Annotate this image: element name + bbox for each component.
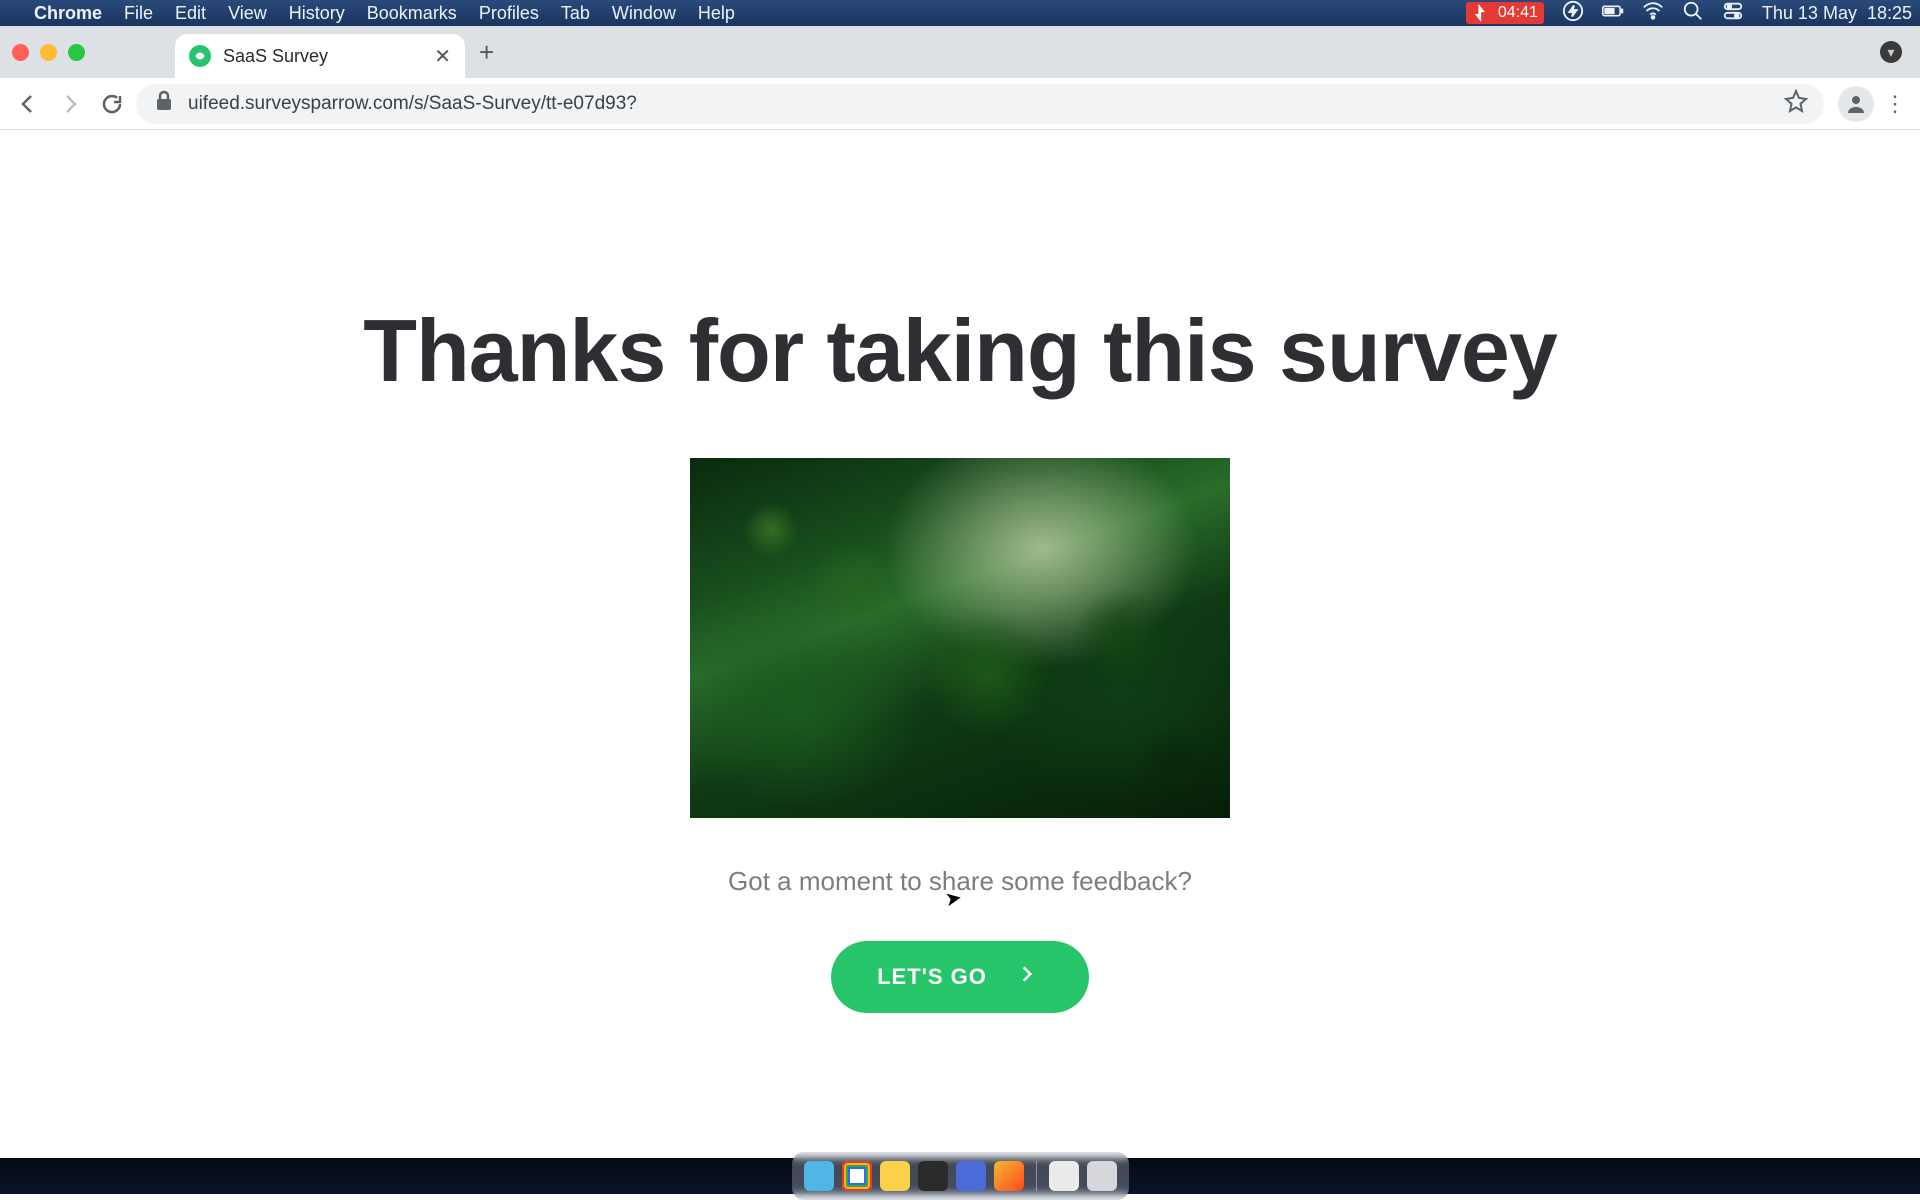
menubar-item-bookmarks[interactable]: Bookmarks (367, 3, 457, 24)
battery-time-remaining: 04:41 (1498, 4, 1538, 22)
survey-hero-image (690, 458, 1230, 818)
menubar-item-help[interactable]: Help (698, 3, 735, 24)
cta-label: LET'S GO (877, 964, 987, 990)
macos-dock (792, 1152, 1129, 1200)
menubar-time: 18:25 (1867, 3, 1912, 24)
survey-welcome-page: Thanks for taking this survey Got a mome… (0, 130, 1920, 1158)
menubar-item-window[interactable]: Window (612, 3, 676, 24)
dock-app-finder[interactable] (804, 1161, 834, 1191)
menubar-item-file[interactable]: File (124, 3, 153, 24)
dock-app-sketch[interactable] (994, 1161, 1024, 1191)
dock-app-terminal[interactable] (918, 1161, 948, 1191)
menubar-item-profiles[interactable]: Profiles (479, 3, 539, 24)
battery-icon[interactable] (1602, 0, 1624, 27)
menubar-app-name[interactable]: Chrome (34, 3, 102, 24)
desktop-background-strip (0, 1158, 1920, 1194)
bookmark-star-icon[interactable] (1784, 89, 1808, 119)
dock-app-1password[interactable] (956, 1161, 986, 1191)
tab-favicon (189, 45, 211, 67)
profile-avatar[interactable] (1838, 86, 1874, 122)
survey-heading: Thanks for taking this survey (363, 300, 1557, 402)
tab-close-button[interactable]: ✕ (434, 44, 451, 69)
chrome-menu-button[interactable]: ⋮ (1880, 91, 1910, 117)
url-text: uifeed.surveysparrow.com/s/SaaS-Survey/t… (188, 93, 637, 115)
address-bar[interactable]: uifeed.surveysparrow.com/s/SaaS-Survey/t… (136, 84, 1824, 124)
lock-icon[interactable] (152, 89, 176, 119)
tab-search-button[interactable]: ▾ (1880, 41, 1902, 63)
lets-go-button[interactable]: LET'S GO (831, 941, 1089, 1013)
wifi-icon[interactable] (1642, 0, 1664, 27)
tab-title: SaaS Survey (223, 46, 422, 67)
new-tab-button[interactable]: + (479, 37, 494, 68)
spotlight-icon[interactable] (1682, 0, 1704, 27)
dock-separator (1036, 1161, 1037, 1191)
chrome-tabstrip: SaaS Survey ✕ + ▾ (0, 26, 1920, 78)
chevron-right-icon (1017, 964, 1037, 990)
dock-app-notes[interactable] (880, 1161, 910, 1191)
back-button[interactable] (10, 86, 46, 122)
battery-status[interactable]: 04:41 (1466, 2, 1544, 24)
window-controls (12, 44, 85, 61)
menubar-item-tab[interactable]: Tab (561, 3, 590, 24)
menubar-item-history[interactable]: History (289, 3, 345, 24)
menubar-item-view[interactable]: View (228, 3, 267, 24)
window-minimize-button[interactable] (40, 44, 57, 61)
browser-tab[interactable]: SaaS Survey ✕ (175, 34, 465, 78)
reload-button[interactable] (94, 86, 130, 122)
window-fullscreen-button[interactable] (68, 44, 85, 61)
dock-app-chrome[interactable] (842, 1161, 872, 1191)
macos-menubar: Chrome File Edit View History Bookmarks … (0, 0, 1920, 26)
forward-button[interactable] (52, 86, 88, 122)
menubar-clock[interactable]: Thu 13 May 18:25 (1762, 3, 1912, 24)
control-center-icon[interactable] (1722, 0, 1744, 27)
dock-trash[interactable] (1087, 1161, 1117, 1191)
chrome-toolbar: uifeed.surveysparrow.com/s/SaaS-Survey/t… (0, 78, 1920, 130)
menubar-date: Thu 13 May (1762, 3, 1857, 24)
menubar-item-edit[interactable]: Edit (175, 3, 206, 24)
window-close-button[interactable] (12, 44, 29, 61)
dock-app-document[interactable] (1049, 1161, 1079, 1191)
bolt-icon[interactable] (1562, 0, 1584, 27)
